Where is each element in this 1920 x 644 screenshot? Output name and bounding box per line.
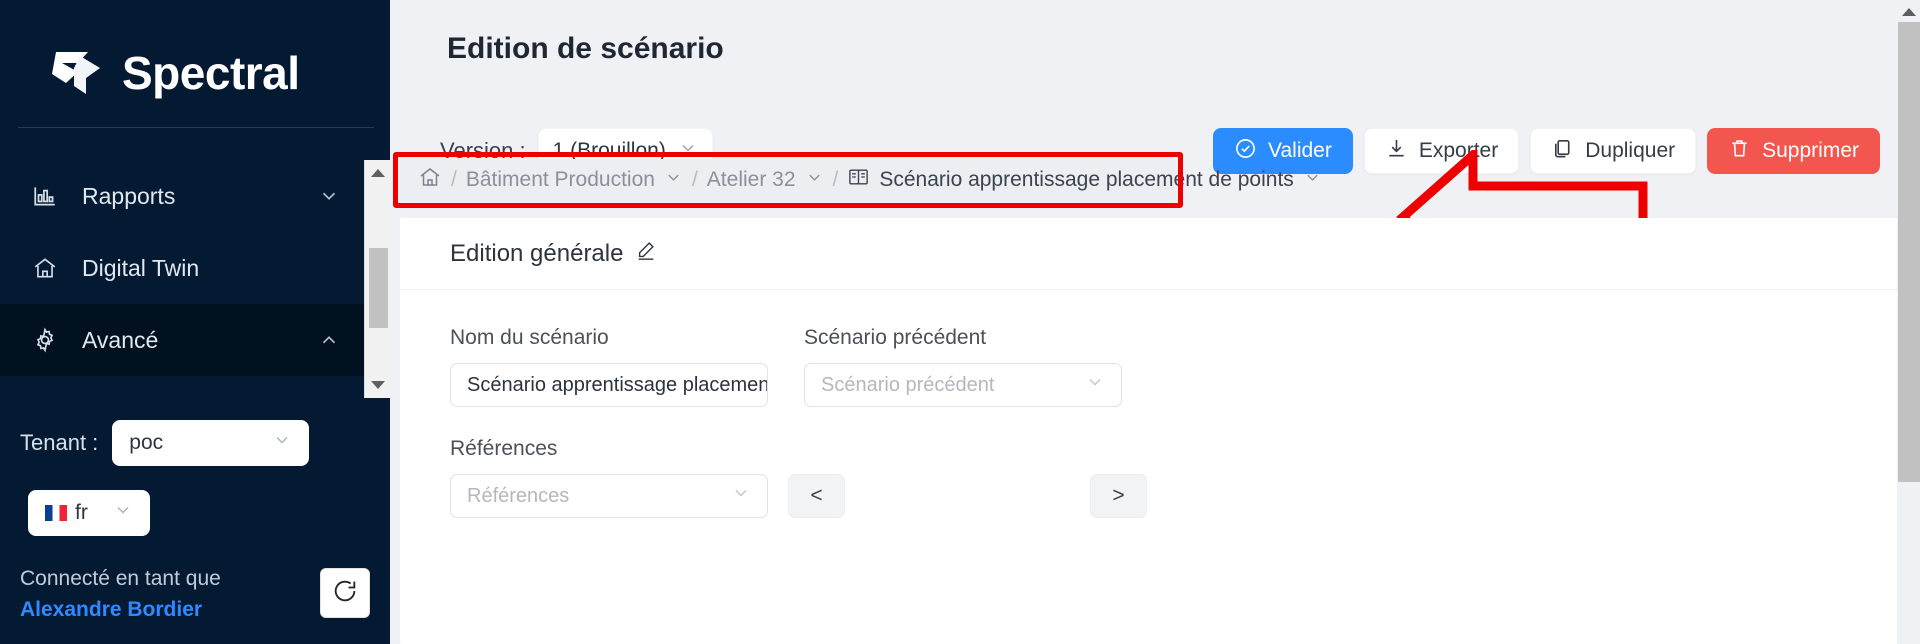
previous-reference-button[interactable]: <	[788, 474, 845, 518]
breadcrumb-separator: /	[832, 168, 839, 191]
tenant-select[interactable]: poc	[112, 420, 310, 466]
tenant-row: Tenant : poc	[20, 420, 310, 466]
breadcrumb-item-workshop[interactable]: Atelier 32	[707, 168, 796, 192]
main-content: Edition de scénario Version : 1 (Brouill…	[390, 0, 1920, 644]
breadcrumb-current-label: Scénario apprentissage placement de poin…	[879, 168, 1294, 191]
breadcrumb: / Bâtiment Production / Atelier 32 / Scé…	[400, 159, 1318, 201]
chevron-down-icon[interactable]	[805, 168, 824, 193]
copy-icon	[1551, 137, 1574, 166]
sidebar-divider	[18, 127, 374, 128]
window-scrollbar-thumb[interactable]	[1898, 22, 1920, 482]
duplicate-button[interactable]: Dupliquer	[1530, 128, 1697, 174]
sidebar: Spectral Rapports Digital Twin Avancé Te…	[0, 0, 390, 644]
home-icon	[30, 253, 60, 283]
sidebar-item-rapports[interactable]: Rapports	[0, 160, 370, 232]
scenario-name-value: Scénario apprentissage placement de	[467, 373, 768, 396]
connected-user-name[interactable]: Alexandre Bordier	[20, 596, 221, 624]
edition-card: Edition générale Nom du scénario Scénari…	[400, 218, 1910, 644]
field-scenario-name: Nom du scénario Scénario apprentissage p…	[450, 326, 768, 407]
breadcrumb-item-building[interactable]: Bâtiment Production	[466, 168, 655, 192]
language-select[interactable]: fr	[28, 490, 150, 536]
connected-label: Connecté en tant que	[20, 567, 221, 590]
breadcrumb-separator: /	[691, 168, 698, 191]
breadcrumb-separator: /	[451, 168, 457, 191]
sidebar-nav: Rapports Digital Twin Avancé	[0, 160, 370, 395]
book-icon	[847, 167, 870, 193]
references-placeholder: Références	[467, 484, 570, 507]
tenant-value: poc	[129, 431, 164, 454]
previous-scenario-select[interactable]: Scénario précédent	[804, 363, 1122, 407]
scroll-up-arrow-icon[interactable]	[1897, 3, 1920, 21]
references-select[interactable]: Références	[450, 474, 768, 518]
chevron-up-icon[interactable]	[318, 329, 340, 351]
check-circle-icon	[1234, 137, 1257, 166]
france-flag-icon	[45, 505, 67, 521]
chevron-down-icon	[1085, 372, 1105, 398]
connected-info: Connecté en tant que Alexandre Bordier	[20, 565, 221, 625]
brand-name: Spectral	[122, 47, 300, 99]
duplicate-button-label: Dupliquer	[1585, 139, 1676, 162]
logout-icon	[331, 577, 359, 610]
page-title: Edition de scénario	[447, 32, 724, 65]
field-previous-scenario: Scénario précédent Scénario précédent	[804, 326, 1122, 407]
application-window: Spectral Rapports Digital Twin Avancé Te…	[0, 0, 1920, 644]
sidebar-item-avance[interactable]: Avancé	[0, 304, 370, 376]
card-title-text: Edition générale	[450, 239, 624, 267]
window-scrollbar[interactable]	[1897, 0, 1920, 644]
sidebar-item-label: Avancé	[82, 326, 159, 353]
language-value: fr	[75, 501, 88, 524]
card-title: Edition générale	[450, 239, 657, 268]
sidebar-scrollbar[interactable]	[364, 160, 390, 398]
field-label: Références	[450, 437, 558, 460]
logout-button[interactable]	[320, 568, 370, 618]
card-body: Nom du scénario Scénario apprentissage p…	[400, 290, 1910, 518]
scroll-down-arrow-icon[interactable]	[365, 374, 390, 396]
pencil-icon[interactable]	[635, 239, 657, 268]
chevron-down-icon	[113, 500, 133, 526]
form-row-1: Nom du scénario Scénario apprentissage p…	[450, 326, 1860, 407]
field-label: Nom du scénario	[450, 326, 609, 349]
sidebar-item-label: Digital Twin	[82, 254, 200, 281]
tenant-label: Tenant :	[20, 430, 99, 455]
gear-icon	[30, 325, 60, 355]
delete-button[interactable]: Supprimer	[1707, 128, 1880, 174]
previous-scenario-placeholder: Scénario précédent	[821, 373, 995, 396]
delete-button-label: Supprimer	[1762, 139, 1859, 162]
scenario-name-input[interactable]: Scénario apprentissage placement de	[450, 363, 768, 407]
home-icon[interactable]	[418, 165, 442, 195]
trash-icon	[1728, 137, 1751, 166]
field-references: Références Références	[450, 437, 768, 518]
chevron-down-icon[interactable]	[1303, 168, 1322, 193]
sidebar-scrollbar-thumb[interactable]	[369, 248, 388, 328]
brand-logo[interactable]: Spectral	[0, 0, 390, 120]
chevron-down-icon[interactable]	[318, 185, 340, 207]
sidebar-item-digital-twin[interactable]: Digital Twin	[0, 232, 370, 304]
download-icon	[1385, 137, 1408, 166]
chevron-down-icon[interactable]	[664, 168, 683, 193]
scroll-up-arrow-icon[interactable]	[365, 162, 390, 184]
validate-button-label: Valider	[1268, 139, 1332, 162]
chevron-down-icon	[731, 483, 751, 509]
export-button[interactable]: Exporter	[1363, 128, 1520, 174]
chevron-down-icon	[272, 430, 292, 456]
field-label: Scénario précédent	[804, 326, 987, 349]
export-button-label: Exporter	[1418, 139, 1499, 162]
next-reference-button[interactable]: >	[1090, 474, 1147, 518]
form-row-2: Références Références < >	[450, 437, 1860, 518]
card-header: Edition générale	[400, 218, 1910, 290]
chart-bar-icon	[30, 181, 60, 211]
sidebar-item-label: Rapports	[82, 182, 176, 209]
spectral-logo-icon	[48, 46, 106, 100]
breadcrumb-item-current[interactable]: Scénario apprentissage placement de poin…	[847, 167, 1321, 193]
